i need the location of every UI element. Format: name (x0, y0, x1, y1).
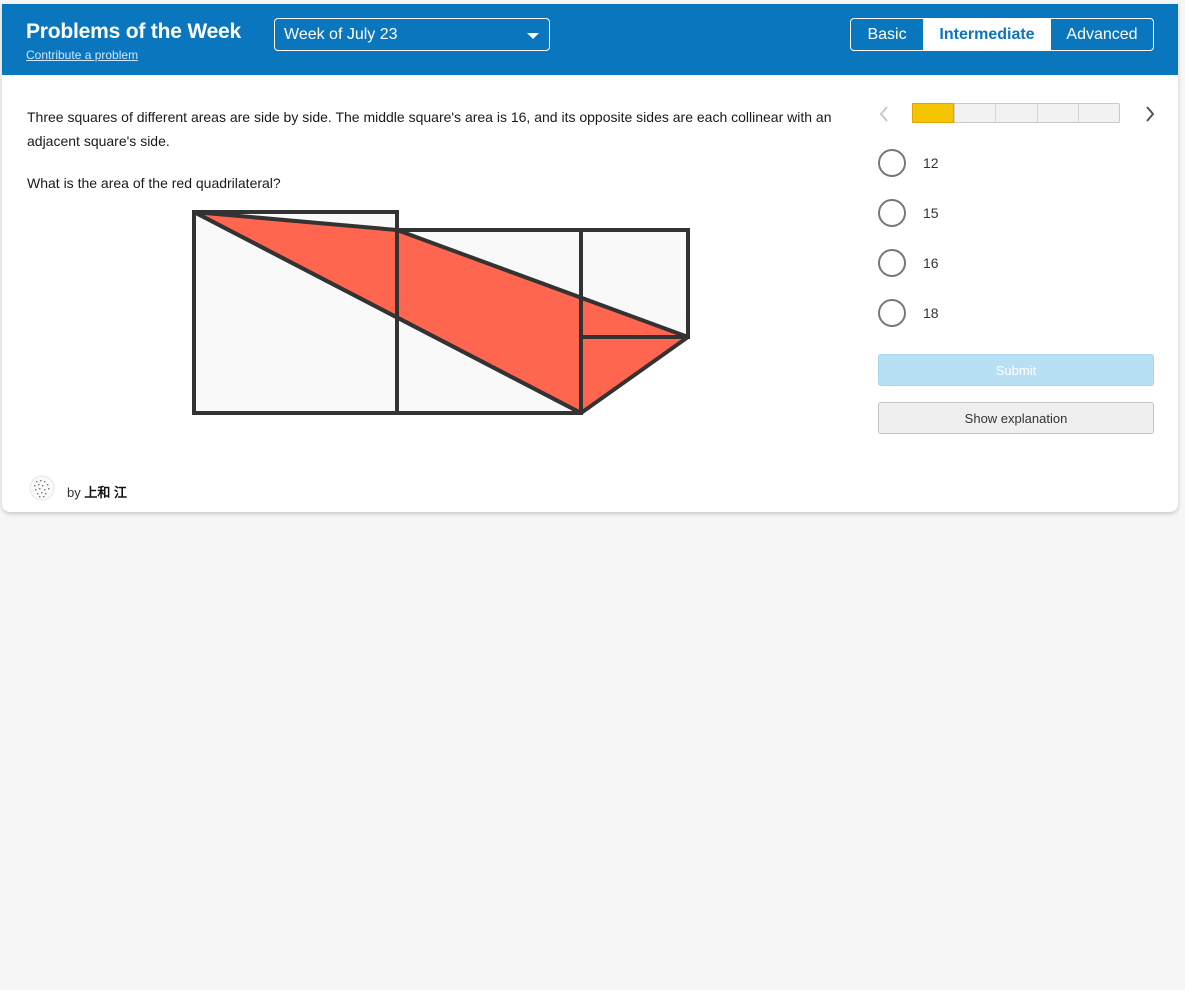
page-title: Problems of the Week (26, 20, 242, 43)
chevron-left-icon (879, 106, 888, 122)
radio-button[interactable] (878, 199, 906, 227)
problem-text: Three squares of different areas are sid… (27, 109, 832, 149)
radio-button[interactable] (878, 149, 906, 177)
problem-figure (192, 210, 690, 415)
submit-button[interactable]: Submit (878, 354, 1154, 386)
chevron-down-icon (527, 33, 539, 39)
answer-choice-label: 15 (923, 205, 939, 221)
progress-segment[interactable] (954, 104, 995, 122)
level-advanced-button[interactable]: Advanced (1050, 19, 1153, 50)
problem-progress (912, 103, 1120, 123)
answer-choice-label: 16 (923, 255, 939, 271)
author-prefix: by (67, 485, 81, 500)
user-avatar-icon (29, 475, 55, 501)
author-byline: by 上和 江 (67, 482, 127, 501)
level-intermediate-button[interactable]: Intermediate (923, 19, 1050, 50)
problem-card: Problems of the Week Contribute a proble… (2, 4, 1178, 512)
next-problem-button[interactable] (1142, 104, 1158, 124)
author-name-link[interactable]: 上和 江 (84, 485, 127, 500)
answer-choice[interactable]: 16 (878, 248, 1138, 278)
prev-problem-button[interactable] (876, 104, 892, 124)
answer-choice-label: 12 (923, 155, 939, 171)
level-switcher: Basic Intermediate Advanced (850, 18, 1154, 51)
progress-segment[interactable] (1077, 104, 1119, 122)
answer-choice[interactable]: 12 (878, 148, 1138, 178)
progress-segment[interactable] (912, 103, 955, 123)
level-basic-button[interactable]: Basic (851, 19, 923, 50)
answer-choice[interactable]: 18 (878, 298, 1138, 328)
progress-segment[interactable] (995, 104, 1036, 122)
answer-choice[interactable]: 15 (878, 198, 1138, 228)
week-select[interactable]: Week of July 23 (274, 18, 550, 51)
week-select-value: Week of July 23 (284, 26, 398, 43)
radio-button[interactable] (878, 299, 906, 327)
contribute-link[interactable]: Contribute a problem (26, 48, 138, 62)
problem-prompt: What is the area of the red quadrilatera… (27, 175, 281, 191)
header-bar: Problems of the Week Contribute a proble… (2, 4, 1178, 75)
progress-segment[interactable] (1036, 104, 1078, 122)
answer-choice-label: 18 (923, 305, 939, 321)
show-explanation-button[interactable]: Show explanation (878, 402, 1154, 434)
radio-button[interactable] (878, 249, 906, 277)
chevron-right-icon (1146, 106, 1155, 122)
